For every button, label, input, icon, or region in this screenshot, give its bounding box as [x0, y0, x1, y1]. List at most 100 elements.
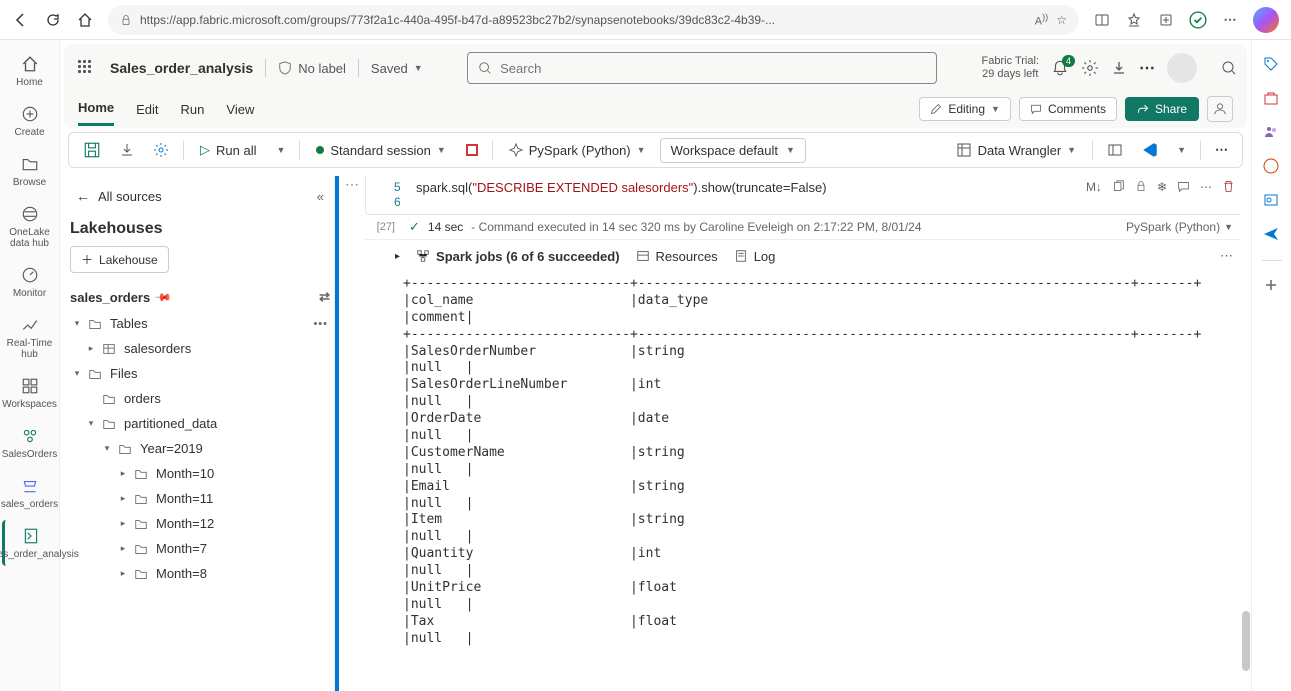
add-lakehouse-button[interactable]: ＋Lakehouse — [70, 246, 169, 273]
trial-info[interactable]: Fabric Trial: 29 days left — [982, 55, 1039, 81]
notifications-button[interactable]: 4 — [1051, 59, 1069, 77]
scrollbar-thumb[interactable] — [1242, 611, 1250, 671]
tree-month7[interactable]: ▸Month=7 — [70, 536, 330, 561]
nav-home[interactable]: Home — [2, 48, 58, 94]
nav-sales-orders-item[interactable]: sales_orders — [2, 470, 58, 516]
pin-icon[interactable]: 📌 — [154, 288, 173, 307]
gear-icon[interactable] — [147, 138, 175, 162]
tab-run[interactable]: Run — [181, 94, 205, 125]
extensions-icon[interactable] — [1189, 11, 1207, 29]
settings-icon[interactable] — [1081, 59, 1099, 77]
code-cell[interactable]: ⋯ M↓ ❄ ⋯ 5spark.sql("DESCRIBE EXTENDED s… — [341, 176, 1241, 652]
expand-output-icon[interactable]: ▸ — [395, 251, 400, 262]
app-launcher-icon[interactable] — [74, 56, 98, 80]
nav-workspaces[interactable]: Workspaces — [2, 370, 58, 416]
collections-icon[interactable] — [1157, 11, 1175, 29]
sensitivity-label[interactable]: No label — [278, 61, 346, 76]
tree-orders[interactable]: orders — [70, 386, 330, 411]
download-icon[interactable] — [1111, 60, 1127, 76]
run-all-chevron[interactable]: ▼ — [270, 141, 291, 159]
freeze-cell-icon[interactable]: ❄ — [1157, 180, 1167, 194]
copy-cell-icon[interactable] — [1112, 180, 1125, 194]
favorite-icon[interactable]: ☆ — [1056, 13, 1067, 27]
nav-browse[interactable]: Browse — [2, 148, 58, 194]
save-status[interactable]: Saved ▼ — [371, 61, 423, 76]
download-toolbar-icon[interactable] — [113, 138, 141, 162]
resources-link[interactable]: Resources — [636, 249, 718, 264]
notebook-title[interactable]: Sales_order_analysis — [110, 60, 253, 76]
notebook-area[interactable]: ⋯ M↓ ❄ ⋯ 5spark.sql("DESCRIBE EXTENDED s… — [335, 176, 1251, 691]
avatar[interactable] — [1167, 53, 1197, 83]
delete-cell-icon[interactable] — [1222, 180, 1235, 194]
tree-month12[interactable]: ▸Month=12 — [70, 511, 330, 536]
session-button[interactable]: Standard session▼ — [308, 139, 453, 162]
lock-cell-icon[interactable] — [1135, 180, 1147, 194]
tree-partitioned[interactable]: ▾partitioned_data — [70, 411, 330, 436]
cell-more-icon[interactable]: ⋯ — [1200, 180, 1212, 194]
collapse-panel-icon[interactable]: « — [317, 189, 324, 204]
log-link[interactable]: Log — [734, 249, 776, 264]
tree-files[interactable]: ▾Files — [70, 361, 330, 386]
cell-handle-icon[interactable]: ⋯ — [345, 176, 360, 193]
run-all-button[interactable]: ▷Run all — [192, 138, 264, 162]
environment-dropdown[interactable]: Workspace default▼ — [660, 138, 806, 163]
spark-jobs-link[interactable]: Spark jobs (6 of 6 succeeded) — [416, 249, 620, 264]
office-icon[interactable] — [1263, 158, 1281, 176]
swap-icon[interactable]: ⇄ — [319, 289, 330, 305]
language-button[interactable]: PySpark (Python)▼ — [501, 139, 654, 162]
tree-salesorders-table[interactable]: ▸salesorders — [70, 336, 330, 361]
output-more-icon[interactable]: ⋯ — [1220, 248, 1233, 264]
tree-year2019[interactable]: ▾Year=2019 — [70, 436, 330, 461]
outlook-icon[interactable] — [1263, 192, 1281, 210]
vscode-chevron[interactable]: ▼ — [1171, 141, 1192, 159]
all-sources-button[interactable]: ← All sources « — [70, 184, 330, 208]
code-editor[interactable]: M↓ ❄ ⋯ 5spark.sql("DESCRIBE EXTENDED sal… — [365, 176, 1241, 215]
nav-monitor[interactable]: Monitor — [2, 259, 58, 305]
kernel-selector[interactable]: PySpark (Python)▼ — [1126, 220, 1233, 234]
nav-create[interactable]: Create — [2, 98, 58, 144]
people-button[interactable] — [1207, 96, 1233, 122]
tab-edit[interactable]: Edit — [136, 94, 158, 125]
people-rail-icon[interactable] — [1263, 124, 1281, 142]
nav-onelake[interactable]: OneLake data hub — [2, 198, 58, 255]
search-bar[interactable] — [467, 52, 937, 84]
tab-home[interactable]: Home — [78, 92, 114, 126]
more-icon[interactable]: ••• — [313, 318, 328, 330]
vscode-icon[interactable] — [1135, 137, 1165, 163]
tree-month8[interactable]: ▸Month=8 — [70, 561, 330, 586]
read-aloud-icon[interactable]: A)) — [1035, 12, 1048, 28]
split-icon[interactable] — [1093, 11, 1111, 29]
save-icon[interactable] — [77, 137, 107, 163]
more-options-icon[interactable]: ⋯ — [1139, 58, 1155, 78]
tag-icon[interactable] — [1263, 56, 1281, 74]
copilot-icon[interactable] — [1253, 7, 1279, 33]
home-icon[interactable] — [76, 11, 94, 29]
nav-salesorders-ws[interactable]: SalesOrders — [2, 420, 58, 466]
share-button[interactable]: Share — [1125, 97, 1199, 121]
data-wrangler-button[interactable]: Data Wrangler▼ — [948, 138, 1085, 162]
comments-button[interactable]: Comments — [1019, 97, 1117, 121]
stop-button[interactable] — [460, 140, 484, 160]
layout-icon[interactable] — [1101, 138, 1129, 162]
briefcase-icon[interactable] — [1263, 90, 1281, 108]
nav-notebook-item[interactable]: Sales_order_analysis — [2, 520, 58, 566]
add-app-icon[interactable] — [1263, 277, 1281, 295]
url-bar[interactable]: https://app.fabric.microsoft.com/groups/… — [108, 5, 1079, 35]
back-icon[interactable] — [12, 11, 30, 29]
tab-view[interactable]: View — [226, 94, 254, 125]
toolbar-more-icon[interactable]: ⋯ — [1209, 138, 1234, 162]
send-icon[interactable] — [1263, 226, 1281, 244]
search-input[interactable] — [500, 61, 926, 76]
comment-cell-icon[interactable] — [1177, 180, 1190, 194]
refresh-icon[interactable] — [44, 11, 62, 29]
tree-month10[interactable]: ▸Month=10 — [70, 461, 330, 486]
tree-tables[interactable]: ▾Tables••• — [70, 311, 330, 336]
lakehouse-name[interactable]: sales_orders — [70, 290, 150, 305]
markdown-icon[interactable]: M↓ — [1086, 180, 1102, 194]
magnify-icon[interactable] — [1221, 60, 1237, 76]
editing-mode-button[interactable]: Editing▼ — [919, 97, 1011, 121]
more-icon[interactable]: ⋯ — [1221, 11, 1239, 29]
nav-realtime[interactable]: Real-Time hub — [2, 309, 58, 366]
favorites-bar-icon[interactable] — [1125, 11, 1143, 29]
tree-month11[interactable]: ▸Month=11 — [70, 486, 330, 511]
